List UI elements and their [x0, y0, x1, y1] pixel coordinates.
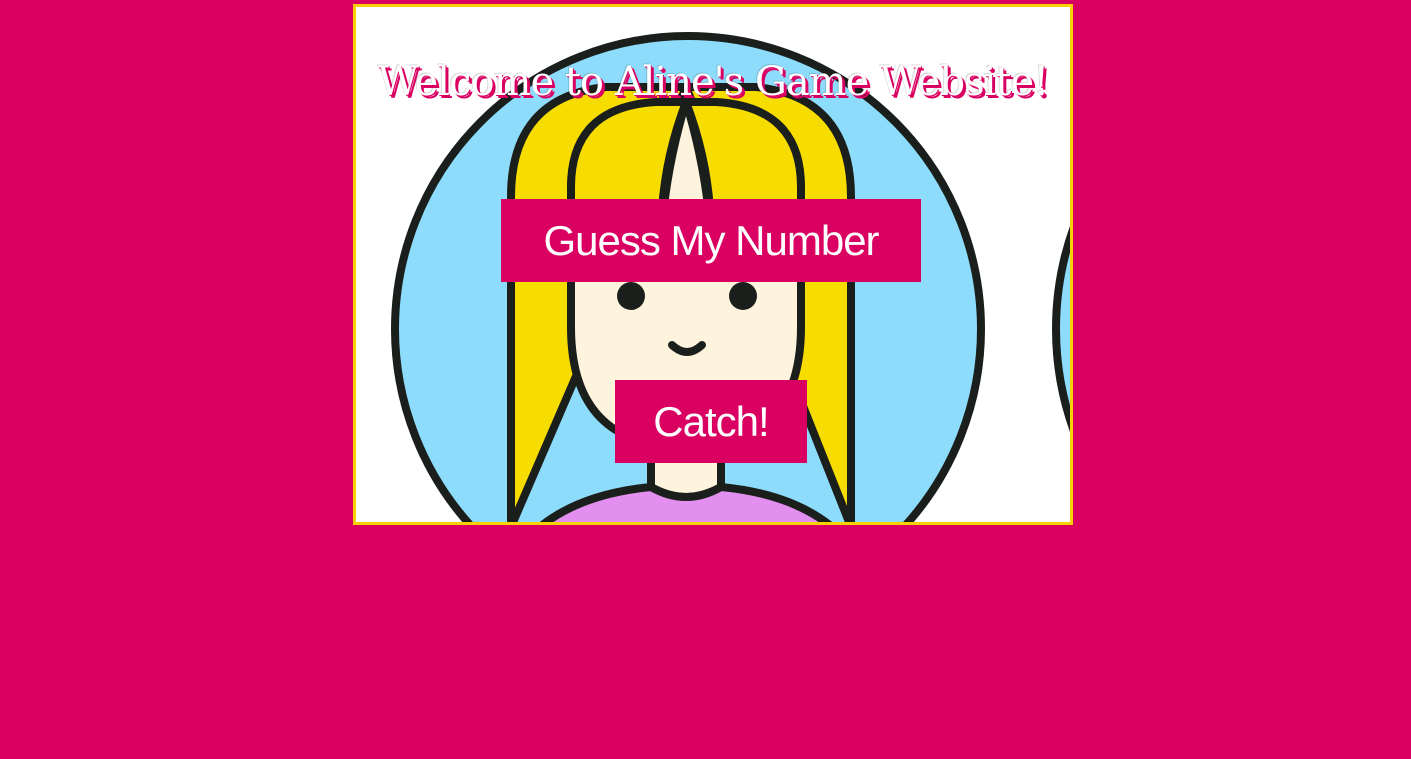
page-title: Welcome to Aline's Game Website!: [377, 59, 1050, 105]
left-eye: [617, 282, 645, 310]
catch-game-button[interactable]: Catch!: [615, 380, 807, 463]
guess-my-number-button[interactable]: Guess My Number: [501, 199, 921, 282]
game-panel: Welcome to Aline's Game Website! Guess M…: [353, 4, 1073, 525]
right-eye: [729, 282, 757, 310]
